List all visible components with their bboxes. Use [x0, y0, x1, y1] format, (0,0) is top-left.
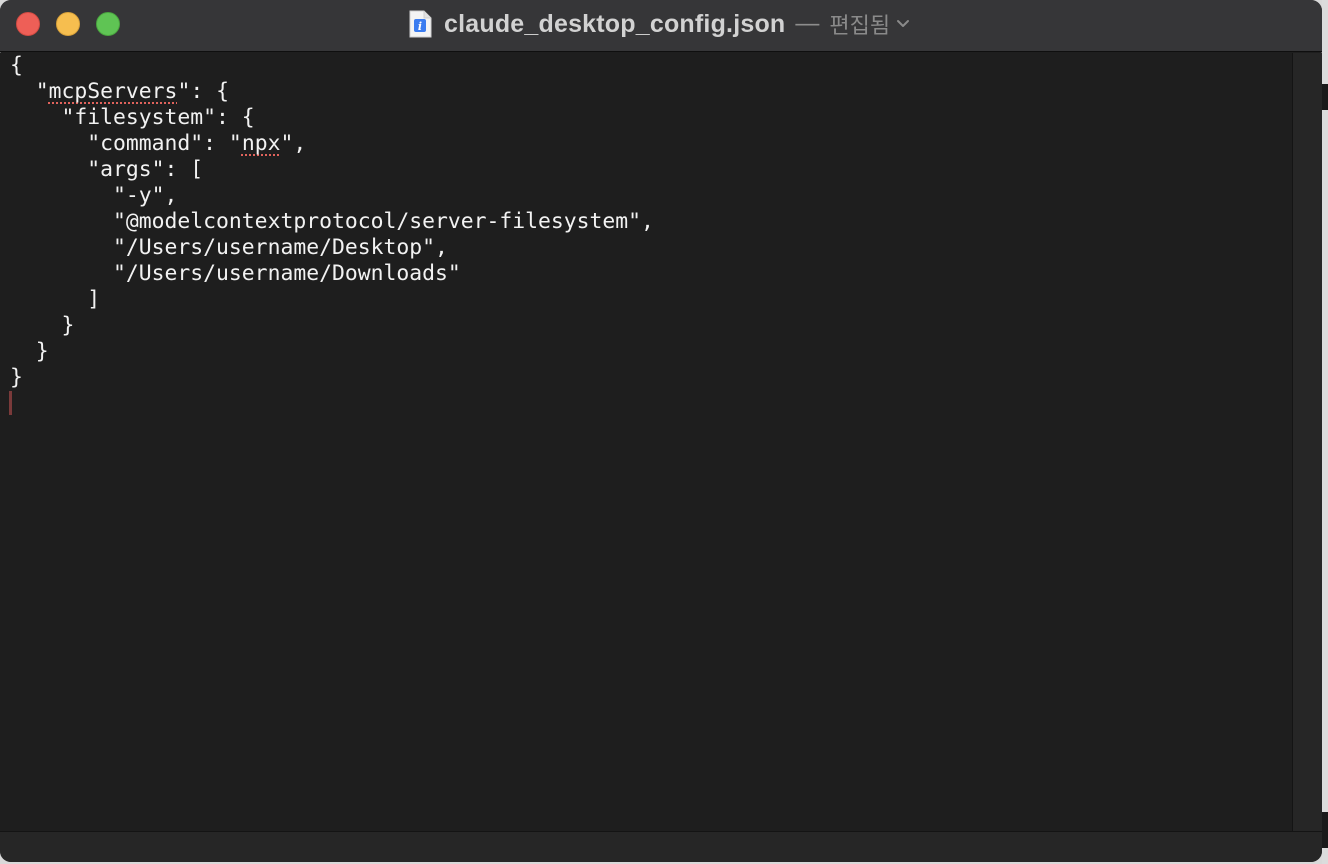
- document-filename: claude_desktop_config.json: [444, 9, 786, 38]
- code-line: "/Users/username/Desktop",: [10, 235, 448, 260]
- code-line: "filesystem": {: [10, 105, 255, 130]
- code-line: }: [10, 365, 23, 390]
- background-window-mark: [1322, 84, 1328, 110]
- misspelled-word[interactable]: mcpServers: [49, 79, 178, 104]
- background-window-edge: [1322, 0, 1328, 864]
- textedit-window: i claude_desktop_config.json — 편집됨 { "mc…: [0, 0, 1322, 862]
- vertical-scrollbar[interactable]: [1292, 53, 1322, 831]
- code-line: {: [10, 53, 23, 78]
- chevron-down-icon[interactable]: [896, 16, 910, 34]
- title-bar[interactable]: i claude_desktop_config.json — 편집됨: [0, 0, 1322, 52]
- code-line: ]: [10, 287, 101, 312]
- zoom-button[interactable]: [96, 12, 120, 36]
- code-line-misspelled: "mcpServers": {: [10, 79, 229, 105]
- code-line: }: [10, 313, 75, 338]
- window-title[interactable]: i claude_desktop_config.json — 편집됨: [408, 8, 910, 40]
- code-line: "@modelcontextprotocol/server-filesystem…: [10, 209, 654, 234]
- code-line: "-y",: [10, 183, 178, 208]
- text-editor[interactable]: { "mcpServers": { "filesystem": { "comma…: [0, 53, 1292, 831]
- background-window-mark: [1322, 812, 1328, 848]
- code-text: ",: [280, 131, 307, 156]
- edited-status: 편집됨: [829, 14, 891, 39]
- code-text: "command": ": [10, 131, 242, 156]
- code-line: "args": [: [10, 157, 204, 182]
- code-line: }: [10, 339, 49, 364]
- code-text: ": [10, 79, 49, 104]
- document-icon[interactable]: i: [408, 10, 432, 38]
- code-line-misspelled: "command": "npx",: [10, 131, 306, 157]
- horizontal-scrollbar[interactable]: [0, 831, 1322, 862]
- svg-text:i: i: [418, 20, 422, 33]
- code-line: "/Users/username/Downloads": [10, 261, 461, 286]
- minimize-button[interactable]: [56, 12, 80, 36]
- code-text: ": {: [177, 79, 229, 104]
- misspelled-word[interactable]: npx: [242, 131, 281, 156]
- title-separator: —: [795, 10, 820, 37]
- text-cursor: [9, 391, 12, 415]
- close-button[interactable]: [16, 12, 40, 36]
